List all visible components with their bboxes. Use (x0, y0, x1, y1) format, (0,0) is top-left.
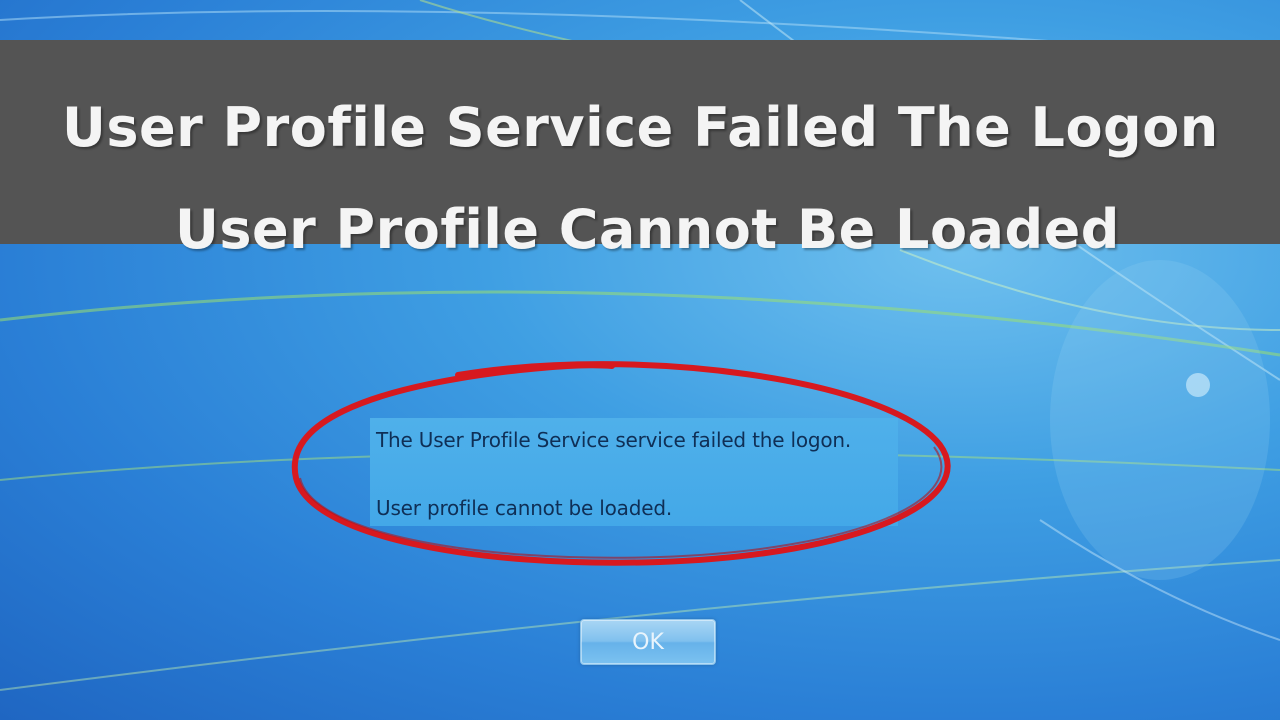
banner-title-line-2: User Profile Cannot Be Loaded (175, 198, 1120, 261)
error-message-line-1: The User Profile Service service failed … (376, 428, 852, 452)
error-message-line-2: User profile cannot be loaded. (376, 496, 672, 520)
windows-logon-screen: User Profile Service Failed The Logon Us… (0, 0, 1280, 720)
title-banner: User Profile Service Failed The Logon Us… (0, 40, 1280, 261)
banner-title-line-1: User Profile Service Failed The Logon (62, 96, 1219, 159)
error-message-panel: The User Profile Service service failed … (370, 418, 898, 526)
ok-button[interactable]: OK (580, 619, 716, 665)
